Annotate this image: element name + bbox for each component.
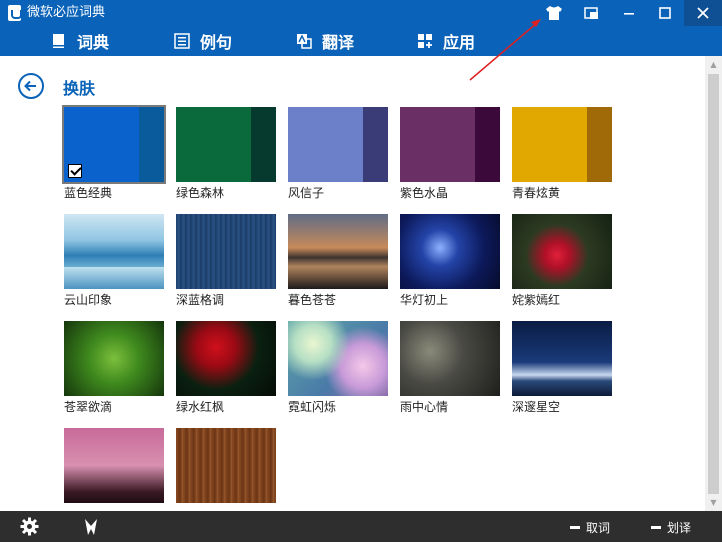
skin-photo-green-grass <box>64 321 164 396</box>
skin-tile[interactable]: 绿水红枫 <box>176 321 276 415</box>
skin-label: 华灯初上 <box>400 293 449 307</box>
skin-photo-rain-window <box>400 321 500 396</box>
word-pick-toggle[interactable]: 取词 <box>570 519 610 536</box>
skin-label: 云山印象 <box>64 293 113 307</box>
skin-label: 雨中心情 <box>400 400 449 414</box>
skin-tile[interactable]: 暮色苍苍 <box>288 214 388 308</box>
skin-tile[interactable]: 华灯初上 <box>400 214 500 308</box>
skin-photo-red-flower <box>512 214 612 289</box>
scroll-down-icon[interactable]: ▼ <box>705 494 722 511</box>
selection-translate-label: 划译 <box>667 521 692 535</box>
page-title: 换肤 <box>63 79 96 98</box>
maximize-button[interactable] <box>647 0 683 26</box>
tab-label: 翻译 <box>322 33 355 52</box>
skin-button[interactable] <box>536 0 572 26</box>
mini-window-icon <box>584 7 598 19</box>
translate-icon <box>297 34 312 49</box>
tab-label: 应用 <box>443 33 476 52</box>
close-icon <box>697 7 709 19</box>
tab-label: 词典 <box>77 33 110 52</box>
skin-swatch <box>62 105 166 184</box>
book-icon <box>53 34 64 48</box>
skin-label: 深蓝格调 <box>176 293 225 307</box>
skin-label: 姹紫嫣红 <box>512 293 561 307</box>
nav-bar: 词典 例句 翻译 应用 <box>0 26 722 56</box>
skin-photo-night-lights <box>400 214 500 289</box>
skin-label: 蓝色经典 <box>64 186 113 200</box>
gear-icon[interactable] <box>20 517 39 536</box>
skin-photo-palm-sunset <box>64 428 164 503</box>
skin-tile[interactable]: 霓虹闪烁 <box>288 321 388 415</box>
skin-swatch <box>512 107 612 182</box>
skin-tile[interactable]: 蓝色经典 <box>62 105 166 201</box>
skin-tile[interactable]: 深蓝格调 <box>176 214 276 308</box>
skin-label: 霓虹闪烁 <box>288 400 337 414</box>
skin-tile[interactable]: 雨中心情 <box>400 321 500 415</box>
title-bar: 微软必应词典 <box>0 0 722 26</box>
back-button[interactable] <box>18 73 44 99</box>
minimize-button[interactable] <box>611 0 647 26</box>
skin-tile[interactable]: 紫色水晶 <box>400 107 500 201</box>
skin-label: 青春炫黄 <box>512 186 561 200</box>
scrollbar-thumb[interactable] <box>708 74 719 494</box>
tab-dictionary[interactable]: 词典 <box>51 29 109 53</box>
skin-tile[interactable]: 深邃星空 <box>512 321 612 415</box>
toggle-dash-icon <box>651 526 661 529</box>
tab-apps[interactable]: 应用 <box>417 29 475 53</box>
selection-translate-toggle[interactable]: 划译 <box>651 519 691 536</box>
scroll-up-icon[interactable]: ▲ <box>705 56 722 73</box>
close-button[interactable] <box>684 0 722 26</box>
toggle-dash-icon <box>570 526 580 529</box>
skin-label: 绿色森林 <box>176 186 225 200</box>
skin-photo-red-leaves <box>176 321 276 396</box>
selected-check-icon <box>68 164 82 178</box>
skin-photo-mountain-lake <box>64 214 164 289</box>
vertical-scrollbar[interactable]: ▲ ▼ <box>705 56 722 511</box>
list-icon <box>174 33 190 49</box>
skin-tile[interactable]: 云山印象 <box>64 214 164 308</box>
skin-photo-bokeh <box>288 321 388 396</box>
feedback-icon[interactable] <box>82 517 100 536</box>
word-pick-label: 取词 <box>586 521 611 535</box>
maximize-icon <box>659 7 671 19</box>
mini-mode-button[interactable] <box>574 0 610 26</box>
skin-swatch <box>400 107 500 182</box>
skin-label: 绿水红枫 <box>176 400 225 414</box>
tab-translate[interactable]: 翻译 <box>296 29 354 53</box>
skin-tile[interactable] <box>176 428 276 506</box>
skin-tile[interactable]: 绿色森林 <box>176 107 276 201</box>
skin-swatch <box>176 107 276 182</box>
tab-example-sentences[interactable]: 例句 <box>174 29 232 53</box>
skin-tile[interactable] <box>64 428 164 506</box>
bottom-bar: 取词 划译 <box>0 511 722 542</box>
app-logo-icon <box>8 5 22 21</box>
skin-label: 深邃星空 <box>512 400 561 414</box>
skin-photo-wood <box>176 428 276 503</box>
back-arrow-icon <box>24 80 36 92</box>
tab-label: 例句 <box>200 33 233 52</box>
skin-label: 风信子 <box>288 186 325 200</box>
skin-swatch <box>288 107 388 182</box>
apps-icon <box>418 34 432 48</box>
minimize-icon <box>624 13 634 15</box>
skin-photo-blue-grid <box>176 214 276 289</box>
tshirt-icon <box>546 6 562 20</box>
skin-tile[interactable]: 青春炫黄 <box>512 107 612 201</box>
skin-photo-dusk <box>288 214 388 289</box>
skin-tile[interactable]: 苍翠欲滴 <box>64 321 164 415</box>
skin-tile[interactable]: 姹紫嫣红 <box>512 214 612 308</box>
skin-label: 苍翠欲滴 <box>64 400 113 414</box>
skin-photo-starry-sky <box>512 321 612 396</box>
skin-label: 暮色苍苍 <box>288 293 337 307</box>
skin-tile[interactable]: 风信子 <box>288 107 388 201</box>
skin-label: 紫色水晶 <box>400 186 449 200</box>
window-title: 微软必应词典 <box>27 5 106 20</box>
